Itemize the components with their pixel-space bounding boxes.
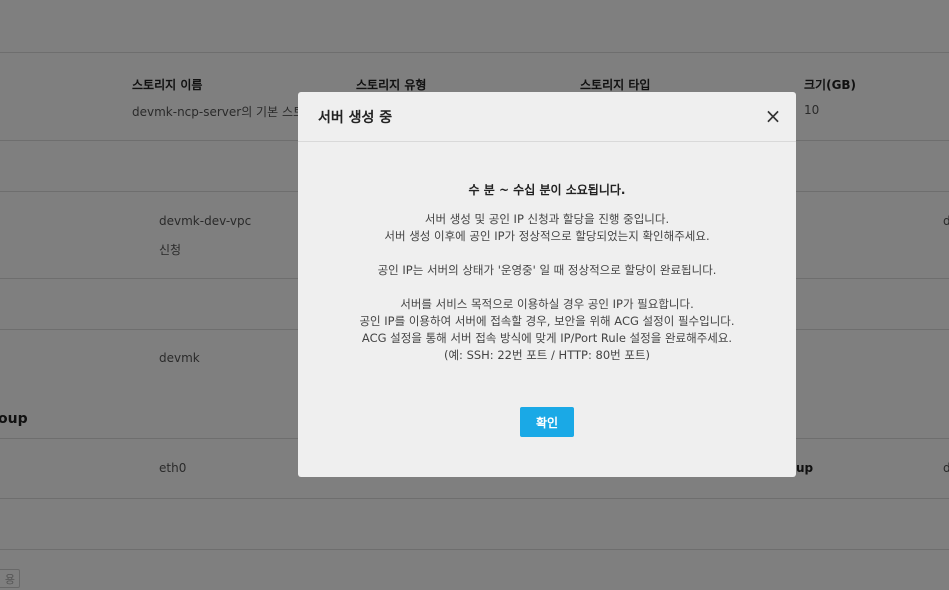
paragraph-line: 공인 IP는 서버의 상태가 '운영중' 일 때 정상적으로 할당이 완료됩니다… [377,263,717,277]
close-icon[interactable]: × [764,106,782,126]
paragraph-line: (예: SSH: 22번 포트 / HTTP: 80번 포트) [443,348,651,362]
paragraph-line: 서버를 서비스 목적으로 이용하실 경우 공인 IP가 필요합니다. [400,297,694,311]
modal-title: 서버 생성 중 [318,110,393,126]
paragraph-line: ACG 설정을 통해 서버 접속 방식에 맞게 IP/Port Rule 설정을… [361,331,733,345]
paragraph-progress: 서버 생성 및 공인 IP 신청과 할당을 진행 중입니다. 서버 생성 이후에… [298,211,796,245]
paragraph-line: 공인 IP를 이용하여 서버에 접속할 경우, 보안을 위해 ACG 설정이 필… [359,314,735,328]
server-creating-modal: 서버 생성 중 × 수 분 ~ 수십 분이 소요됩니다. 서버 생성 및 공인 … [298,92,796,477]
paragraph-line: 서버 생성 및 공인 IP 신청과 할당을 진행 중입니다. [424,212,670,226]
duration-notice: 수 분 ~ 수십 분이 소요됩니다. [468,183,626,197]
confirm-button[interactable]: 확인 [520,407,574,437]
paragraph-public-ip: 공인 IP는 서버의 상태가 '운영중' 일 때 정상적으로 할당이 완료됩니다… [298,262,796,279]
modal-header: 서버 생성 중 × [298,92,796,142]
modal-body: 수 분 ~ 수십 분이 소요됩니다. 서버 생성 및 공인 IP 신청과 할당을… [298,182,796,381]
paragraph-line: 서버 생성 이후에 공인 IP가 정상적으로 할당되었는지 확인해주세요. [384,229,710,243]
paragraph-acg: 서버를 서비스 목적으로 이용하실 경우 공인 IP가 필요합니다. 공인 IP… [298,296,796,364]
